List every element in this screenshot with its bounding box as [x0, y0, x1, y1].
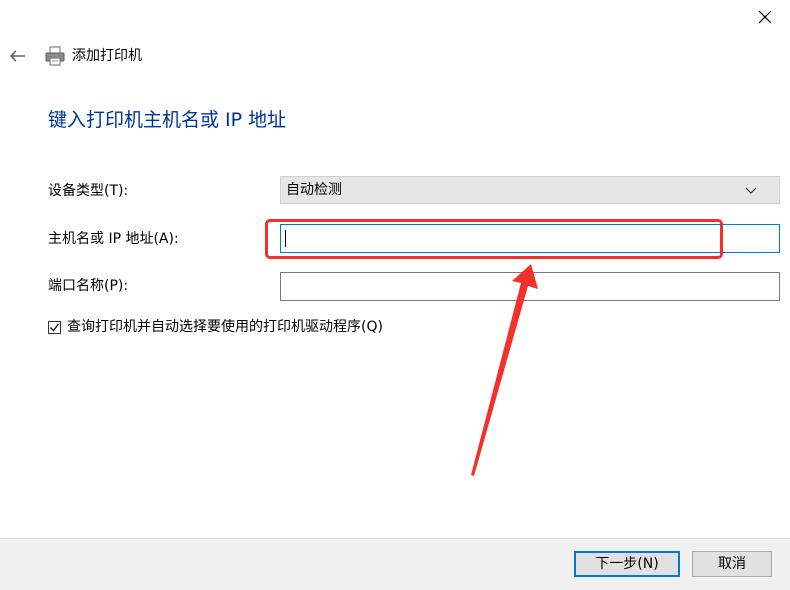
- add-printer-window: 添加打印机 键入打印机主机名或 IP 地址 设备类型(T): 自动检测 主机名或…: [0, 0, 790, 590]
- annotation-arrow: [471, 264, 538, 476]
- next-button[interactable]: 下一步(N): [574, 551, 680, 577]
- footer-bar: 下一步(N) 取消: [0, 538, 790, 590]
- query-printer-label: 查询打印机并自动选择要使用的打印机驱动程序(Q): [67, 319, 383, 335]
- checkmark-icon: [50, 323, 60, 331]
- query-printer-checkbox-row[interactable]: 查询打印机并自动选择要使用的打印机驱动程序(Q): [48, 317, 383, 337]
- query-printer-checkbox[interactable]: [48, 320, 61, 334]
- cancel-button[interactable]: 取消: [692, 551, 772, 577]
